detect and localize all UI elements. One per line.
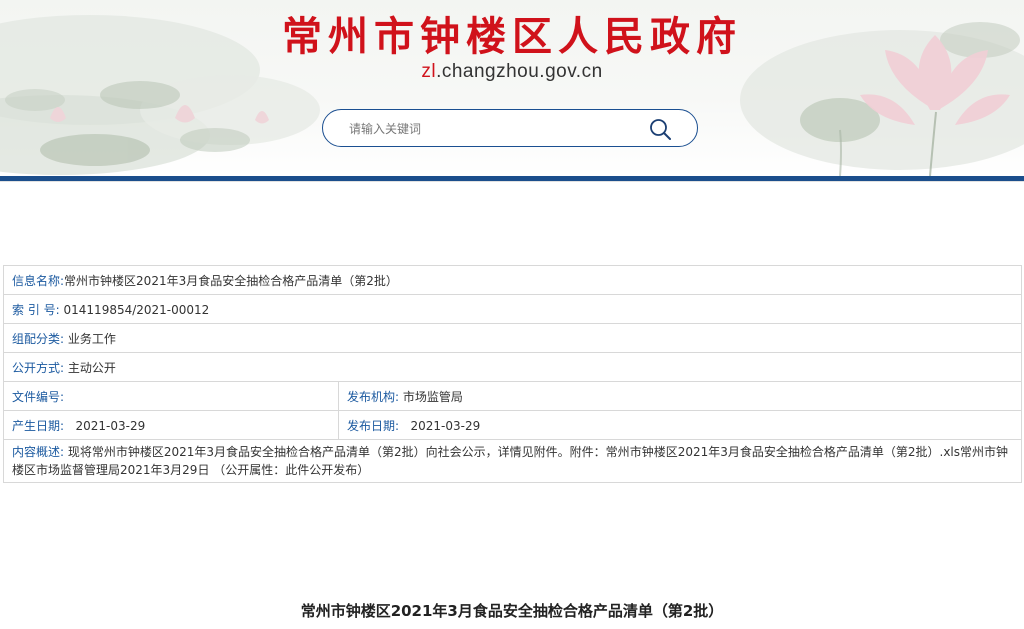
info-row-open-mode: 公开方式: 主动公开 bbox=[2, 352, 1023, 382]
site-domain[interactable]: zl.changzhou.gov.cn bbox=[0, 61, 1024, 83]
info-created-label: 产生日期: bbox=[12, 418, 65, 433]
site-domain-prefix: zl bbox=[421, 61, 437, 82]
info-summary-value: 现将常州市钟楼区2021年3月食品安全抽检合格产品清单（第2批）向社会公示，详情… bbox=[12, 445, 1009, 477]
info-created-value: 2021-03-29 bbox=[75, 418, 146, 433]
info-published-label: 发布日期: bbox=[347, 418, 400, 433]
info-row-dates: 产生日期: 2021-03-29 发布日期: 2021-03-29 bbox=[3, 410, 1023, 440]
site-domain-suffix: .changzhou.gov.cn bbox=[436, 61, 603, 82]
info-name-value: 常州市钟楼区2021年3月食品安全抽检合格产品清单（第2批） bbox=[64, 273, 398, 288]
info-open-label: 公开方式: bbox=[12, 360, 65, 375]
search-box bbox=[322, 109, 698, 147]
info-summary-label: 内容概述: bbox=[12, 445, 65, 459]
info-row-index: 索 引 号: 014119854/2021-00012 bbox=[2, 294, 1023, 324]
info-table: 信息名称:常州市钟楼区2021年3月食品安全抽检合格产品清单（第2批） 索 引 … bbox=[2, 265, 1023, 483]
info-row-category: 组配分类: 业务工作 bbox=[2, 323, 1023, 353]
info-published-value: 2021-03-29 bbox=[410, 418, 481, 433]
info-name-label: 信息名称: bbox=[12, 273, 65, 288]
info-publisher-value: 市场监管局 bbox=[402, 389, 463, 404]
search-input[interactable] bbox=[347, 118, 641, 140]
info-category-value: 业务工作 bbox=[67, 331, 116, 346]
info-row-name: 信息名称:常州市钟楼区2021年3月食品安全抽检合格产品清单（第2批） bbox=[2, 265, 1023, 295]
info-row-summary: 内容概述: 现将常州市钟楼区2021年3月食品安全抽检合格产品清单（第2批）向社… bbox=[2, 439, 1023, 483]
info-index-label: 索 引 号: bbox=[12, 302, 60, 317]
info-row-docno-publisher: 文件编号: 发布机构: 市场监管局 bbox=[3, 381, 1023, 411]
site-header: 常州市钟楼区人民政府 zl.changzhou.gov.cn bbox=[0, 0, 1024, 176]
header-divider-shadow bbox=[0, 181, 1024, 182]
info-category-label: 组配分类: bbox=[12, 331, 65, 346]
info-publisher-label: 发布机构: bbox=[347, 389, 400, 404]
info-open-value: 主动公开 bbox=[67, 360, 116, 375]
info-index-value: 014119854/2021-00012 bbox=[63, 302, 210, 317]
info-docno-label: 文件编号: bbox=[12, 389, 65, 404]
search-icon[interactable] bbox=[649, 118, 671, 140]
site-title: 常州市钟楼区人民政府 bbox=[282, 13, 742, 60]
document-title: 常州市钟楼区2021年3月食品安全抽检合格产品清单（第2批） bbox=[300, 602, 724, 620]
